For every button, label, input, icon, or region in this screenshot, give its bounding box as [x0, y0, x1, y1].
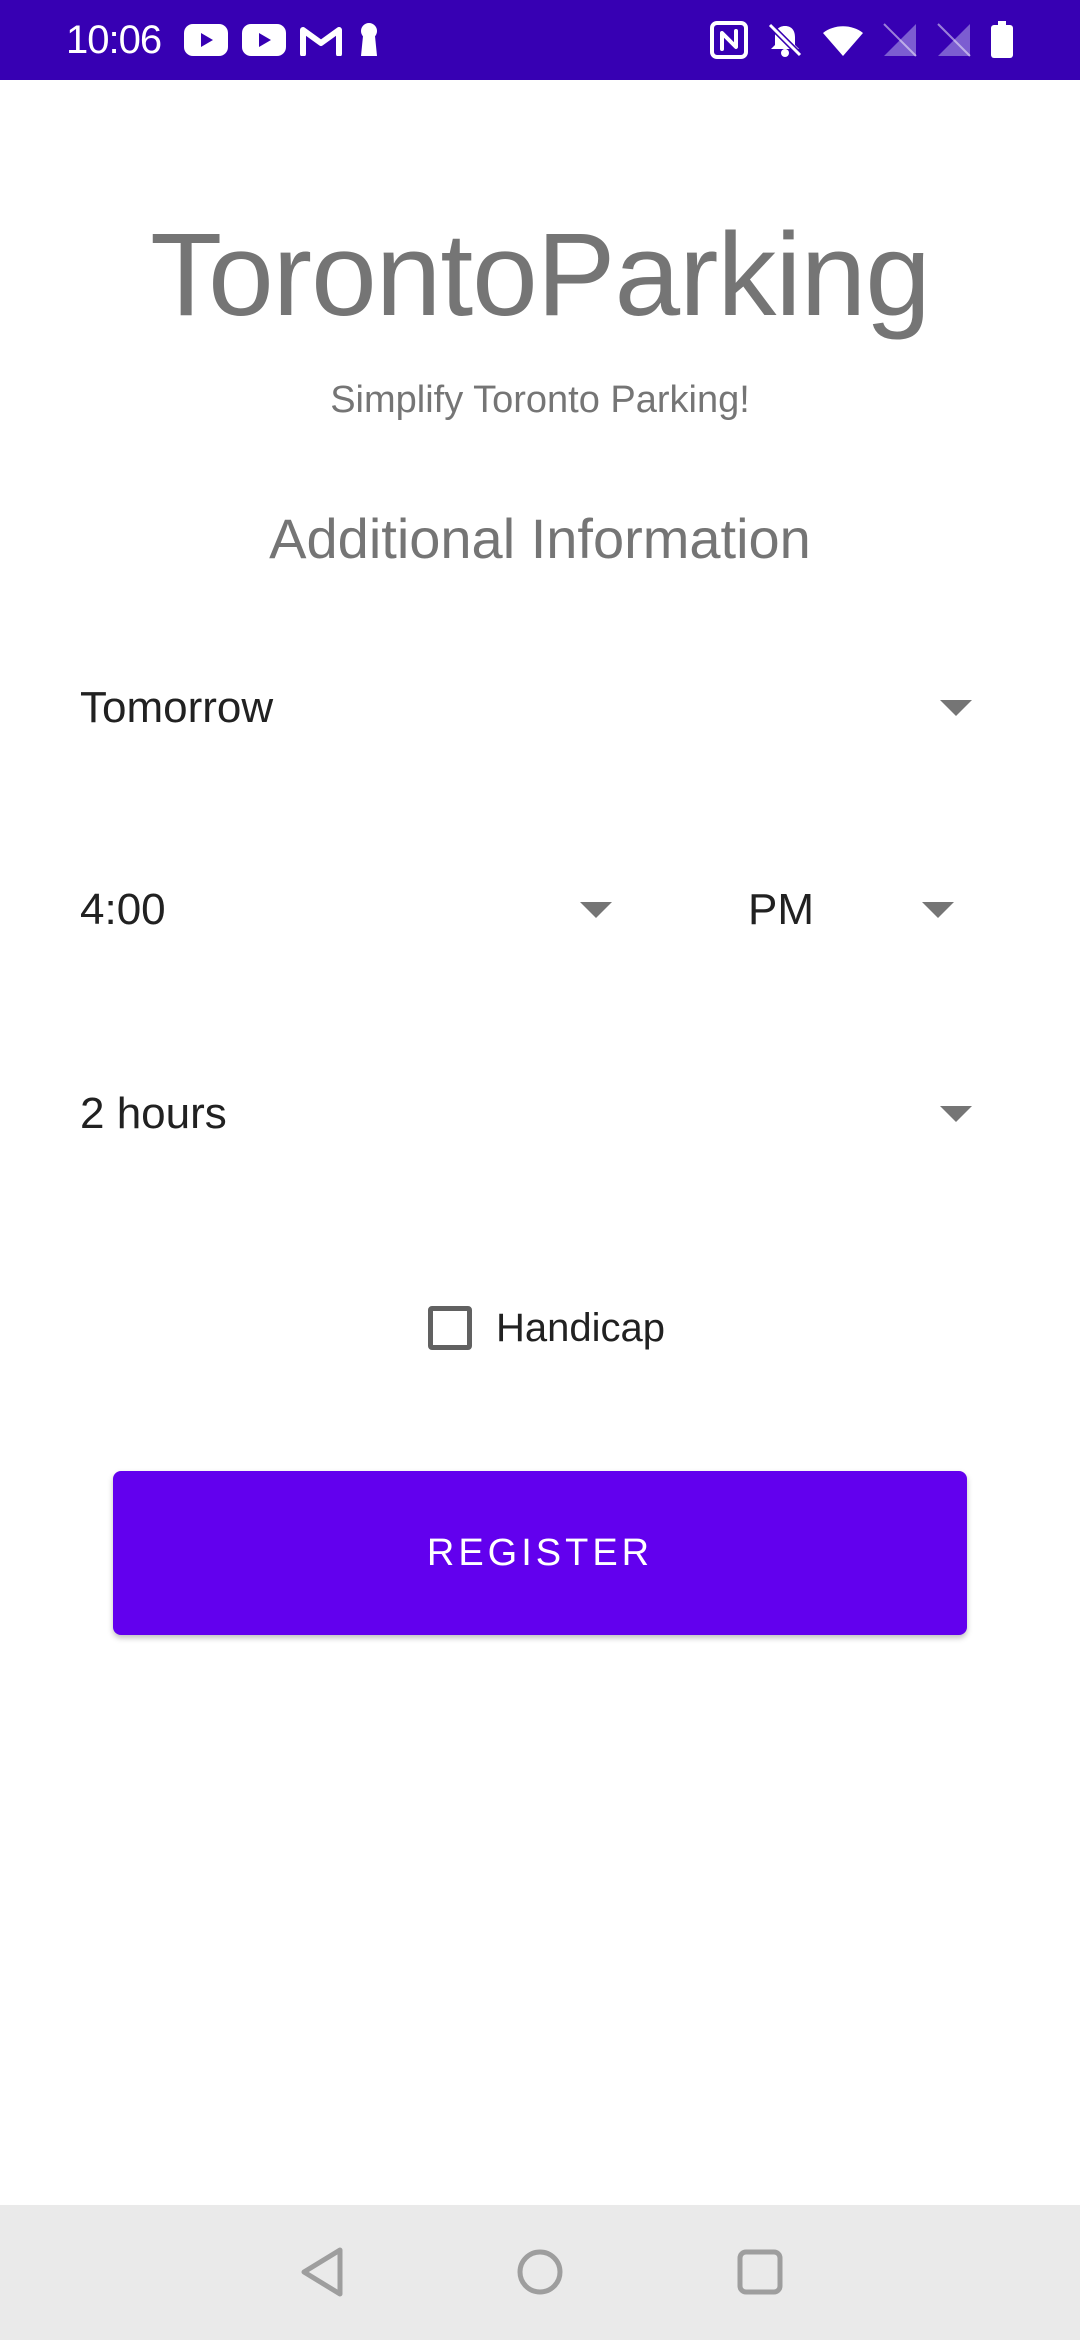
home-button[interactable] — [508, 2240, 572, 2304]
screen: 10:06 TorontoParking Simplify Toronto Pa… — [0, 0, 1080, 2340]
back-icon — [301, 2247, 343, 2297]
back-button[interactable] — [290, 2240, 354, 2304]
status-bar: 10:06 — [0, 0, 1080, 80]
day-spinner-value: Tomorrow — [80, 683, 274, 732]
time-spinner-value: 4:00 — [80, 885, 166, 934]
signal-off-icon — [883, 23, 917, 57]
gmail-icon — [300, 27, 342, 56]
dropdown-arrow-icon — [940, 1106, 972, 1122]
register-button[interactable]: REGISTER — [113, 1471, 967, 1635]
ampm-spinner-value: PM — [748, 885, 814, 934]
handicap-checkbox-row[interactable]: Handicap — [428, 1300, 665, 1356]
nfc-icon — [710, 21, 748, 59]
app-subtitle: Simplify Toronto Parking! — [330, 379, 750, 421]
dropdown-arrow-icon — [922, 902, 954, 918]
dropdown-arrow-icon — [940, 700, 972, 716]
section-title: Additional Information — [269, 507, 811, 570]
register-button-label: REGISTER — [426, 1532, 654, 1574]
duration-spinner-value: 2 hours — [80, 1089, 227, 1138]
notifications-off-icon — [767, 22, 803, 58]
wifi-icon — [823, 26, 863, 56]
keyhole-icon — [361, 23, 377, 56]
dropdown-arrow-icon — [580, 902, 612, 918]
home-icon — [517, 2249, 563, 2295]
ampm-spinner[interactable]: PM — [748, 865, 968, 955]
app-title: TorontoParking — [150, 209, 931, 341]
status-time: 10:06 — [66, 18, 162, 62]
handicap-label: Handicap — [496, 1306, 666, 1350]
status-icons-left — [184, 20, 382, 60]
youtube-icon — [242, 24, 286, 56]
battery-icon — [991, 21, 1013, 58]
youtube-icon — [184, 24, 228, 56]
day-spinner[interactable]: Tomorrow — [80, 663, 980, 753]
handicap-checkbox[interactable] — [428, 1306, 472, 1350]
time-spinner[interactable]: 4:00 — [80, 865, 620, 955]
navigation-bar — [0, 2205, 1080, 2340]
recents-button[interactable] — [728, 2240, 792, 2304]
recents-icon — [737, 2249, 783, 2295]
duration-spinner[interactable]: 2 hours — [80, 1069, 980, 1159]
status-icons-right — [710, 18, 1014, 62]
signal-off-icon — [937, 23, 971, 57]
